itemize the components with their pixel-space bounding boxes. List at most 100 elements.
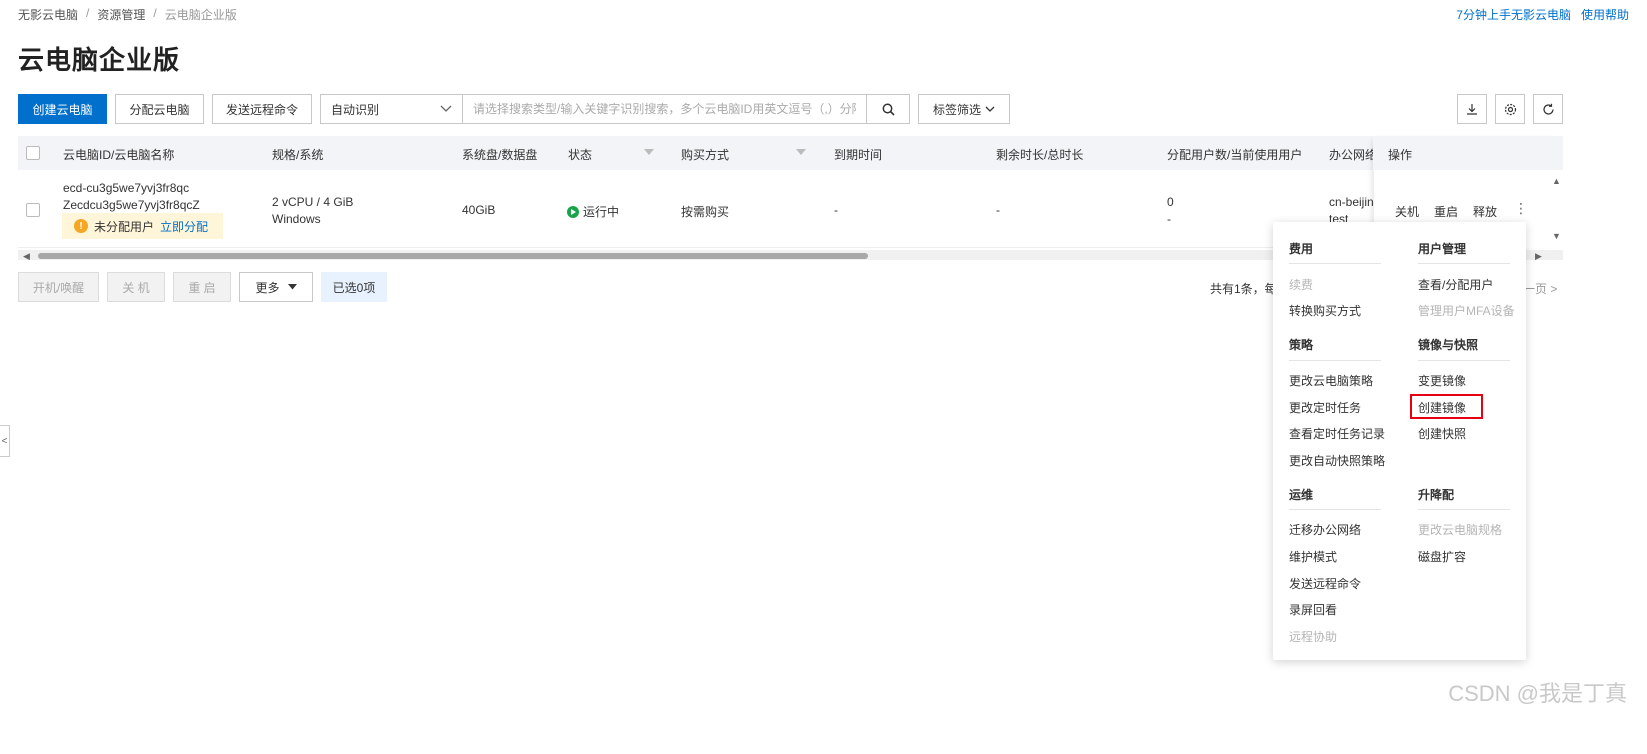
menu-item-screen-replay[interactable]: 录屏回看 [1289,601,1337,618]
column-header-users: 分配用户数/当前使用用户 [1167,148,1303,162]
column-header-disk: 系统盘/数据盘 [462,148,538,162]
chevron-down-icon [985,106,995,112]
gear-icon [1504,103,1516,115]
chevron-left-icon: < [1,435,8,447]
scroll-left-icon[interactable]: ◀ [23,251,30,262]
help-link[interactable]: 使用帮助 [1581,6,1629,23]
assign-now-link[interactable]: 立即分配 [160,218,208,235]
purchase-value: 按需购买 [681,205,730,219]
page-title: 云电脑企业版 [18,45,181,75]
shutdown-button[interactable]: 关 机 [107,272,165,302]
current-user-value: - [1167,212,1171,226]
remaining-value: - [996,203,1000,217]
watermark: CSDN @我是丁真 [1448,681,1627,706]
menu-item-migrate-network[interactable]: 迁移办公网络 [1289,521,1361,538]
warning-icon: ! [74,219,88,233]
menu-item-convert-purchase[interactable]: 转换购买方式 [1289,302,1361,319]
divider [1289,509,1381,510]
desktop-id-link[interactable]: ecd-cu3g5we7yvj3fr8qc [63,181,189,195]
menu-item-view-assign-users[interactable]: 查看/分配用户 [1418,276,1493,293]
column-header-network: 办公网络 [1329,148,1373,162]
user-count-value: 0 [1167,195,1174,209]
row-checkbox[interactable] [26,203,40,217]
next-page-button[interactable]: 一页 > [1523,280,1557,297]
dropdown-section-policy: 策略 [1289,338,1314,352]
quickstart-link[interactable]: 7分钟上手无影云电脑 [1456,6,1571,23]
unassigned-label: 未分配用户 [94,219,155,234]
expire-value: - [834,203,838,217]
restart-button[interactable]: 重 启 [173,272,231,302]
menu-item-renew[interactable]: 续费 [1289,276,1313,293]
divider [1289,360,1381,361]
scroll-down-icon[interactable]: ▼ [1552,231,1561,241]
menu-item-change-image[interactable]: 变更镜像 [1418,372,1466,389]
download-icon [1467,104,1477,115]
release-action[interactable]: 释放 [1473,203,1497,220]
divider [1418,263,1510,264]
select-all-checkbox[interactable] [26,146,40,160]
tag-filter-label: 标签筛选 [932,102,981,117]
breadcrumb-item-home[interactable]: 无影云电脑 [18,6,78,23]
send-command-button[interactable]: 发送远程命令 [212,94,312,124]
more-actions-icon[interactable]: ⋮ [1514,200,1528,217]
menu-item-change-spec[interactable]: 更改云电脑规格 [1418,521,1502,538]
search-icon [882,103,895,116]
more-label: 更多 [255,280,280,295]
scrollbar-thumb[interactable] [38,253,868,259]
refresh-button[interactable] [1533,94,1563,124]
search-input[interactable] [462,94,867,124]
scroll-up-icon[interactable]: ▲ [1552,176,1561,186]
menu-item-disk-expand[interactable]: 磁盘扩容 [1418,548,1466,565]
menu-item-auto-snapshot-policy[interactable]: 更改自动快照策略 [1289,452,1385,469]
help-links: 7分钟上手无影云电脑 使用帮助 [1456,6,1629,23]
more-button[interactable]: 更多 [239,272,313,302]
menu-item-remote-assist[interactable]: 远程协助 [1289,628,1337,645]
scroll-right-icon[interactable]: ▶ [1535,251,1542,262]
column-header-purchase: 购买方式 [681,148,730,162]
breadcrumb-item-current: 云电脑企业版 [164,8,237,22]
search-type-select[interactable]: 自动识别 [320,94,463,124]
menu-item-change-schedule[interactable]: 更改定时任务 [1289,399,1361,416]
divider [1289,263,1381,264]
highlight-annotation [1410,394,1483,419]
column-header-actions: 操作 [1388,148,1413,162]
column-header-id: 云电脑ID/云电脑名称 [63,148,175,162]
divider [1418,509,1510,510]
export-button[interactable] [1457,94,1487,124]
breadcrumb-separator: / [86,6,90,20]
menu-item-send-command[interactable]: 发送远程命令 [1289,575,1361,592]
pagination-summary: 共有1条，每 [1210,282,1277,296]
restart-action[interactable]: 重启 [1434,203,1458,220]
refresh-icon [1542,103,1554,115]
desktop-name: Zecdcu3g5we7yvj3fr8qcZ [63,198,200,212]
menu-item-change-policy[interactable]: 更改云电脑策略 [1289,372,1373,389]
menu-item-create-snapshot[interactable]: 创建快照 [1418,425,1466,442]
search-button[interactable] [866,94,910,124]
tag-filter-button[interactable]: 标签筛选 [918,94,1010,124]
menu-item-maintenance-mode[interactable]: 维护模式 [1289,548,1337,565]
menu-item-mfa-devices[interactable]: 管理用户MFA设备 [1418,302,1515,319]
breadcrumb-separator: / [153,6,157,20]
shutdown-action[interactable]: 关机 [1395,203,1419,220]
column-header-remaining: 剩余时长/总时长 [996,148,1084,162]
start-wake-button[interactable]: 开机/唤醒 [18,272,99,302]
status-value: 运行中 [583,205,620,219]
caret-down-icon [287,284,297,290]
assign-desktop-button[interactable]: 分配云电脑 [115,94,204,124]
column-header-spec: 规格/系统 [272,148,324,162]
create-desktop-button[interactable]: 创建云电脑 [18,94,107,124]
settings-button[interactable] [1495,94,1525,124]
disk-value: 40GiB [462,203,496,217]
unassigned-user-notice: ! 未分配用户 立即分配 [62,213,223,239]
menu-item-view-schedule-records[interactable]: 查看定时任务记录 [1289,425,1385,442]
purchase-filter-icon[interactable] [796,149,806,155]
selected-count-badge: 已选0项 [321,272,387,302]
sidebar-toggle[interactable]: < [0,425,10,457]
status-filter-icon[interactable] [644,149,654,155]
column-header-expire: 到期时间 [834,148,883,162]
network-link[interactable]: cn-beijin [1329,195,1373,209]
running-icon [567,205,579,218]
breadcrumb-item-resources[interactable]: 资源管理 [97,6,145,23]
dropdown-section-scaling: 升降配 [1418,488,1455,502]
dropdown-section-ops: 运维 [1289,488,1314,502]
